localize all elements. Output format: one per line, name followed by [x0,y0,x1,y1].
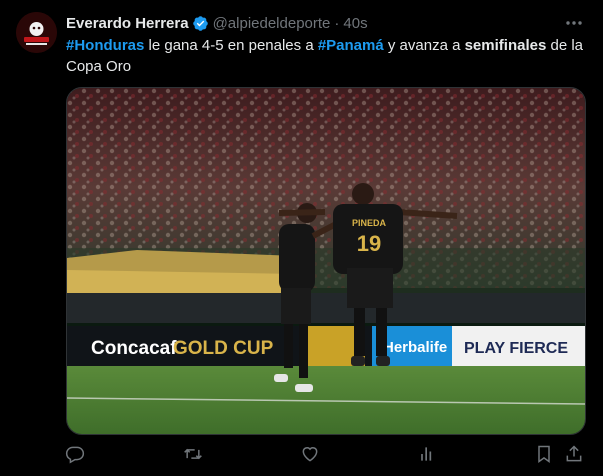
share-icon[interactable] [563,443,585,465]
avatar[interactable] [16,12,57,53]
author-handle[interactable]: @alpiedeldeporte [213,15,331,32]
avatar-logo-icon [16,12,57,53]
tweet-text-segment: y avanza a [383,37,465,54]
like-icon[interactable] [299,443,321,465]
bookmark-icon[interactable] [533,443,555,465]
jersey-number: 19 [357,231,381,256]
tweet-text-bold: semifinales [464,37,547,54]
tweet-text-segment: le gana 4-5 en penales a [144,37,318,54]
hashtag-honduras[interactable]: #Honduras [66,37,144,54]
board-concacaf: Concacaf [91,338,177,359]
board-playfierce: PLAY FIERCE [464,340,568,357]
more-options-icon[interactable] [565,16,583,30]
tweet-header: Everardo Herrera @alpiedeldeporte · 40s [66,13,368,33]
views-icon[interactable] [416,443,438,465]
tweet[interactable]: Everardo Herrera @alpiedeldeporte · 40s … [0,0,603,476]
reply-icon[interactable] [64,443,86,465]
hashtag-panama[interactable]: #Panamá [318,37,384,54]
author-name[interactable]: Everardo Herrera [66,15,189,32]
timestamp[interactable]: 40s [343,15,367,32]
tweet-photo[interactable]: Concacaf GOLD CUP Herbalife PLAY FIERCE [66,87,586,435]
stadium-photo: Concacaf GOLD CUP Herbalife PLAY FIERCE [67,88,585,434]
tweet-actions [0,443,603,465]
board-herbalife: Herbalife [383,339,447,356]
retweet-icon[interactable] [182,443,204,465]
verified-badge-icon [192,15,209,32]
board-goldcup: GOLD CUP [173,338,274,359]
jersey-name: PINEDA [352,218,387,228]
tweet-text: #Honduras le gana 4-5 en penales a #Pana… [66,35,586,77]
separator-dot: · [334,14,340,32]
